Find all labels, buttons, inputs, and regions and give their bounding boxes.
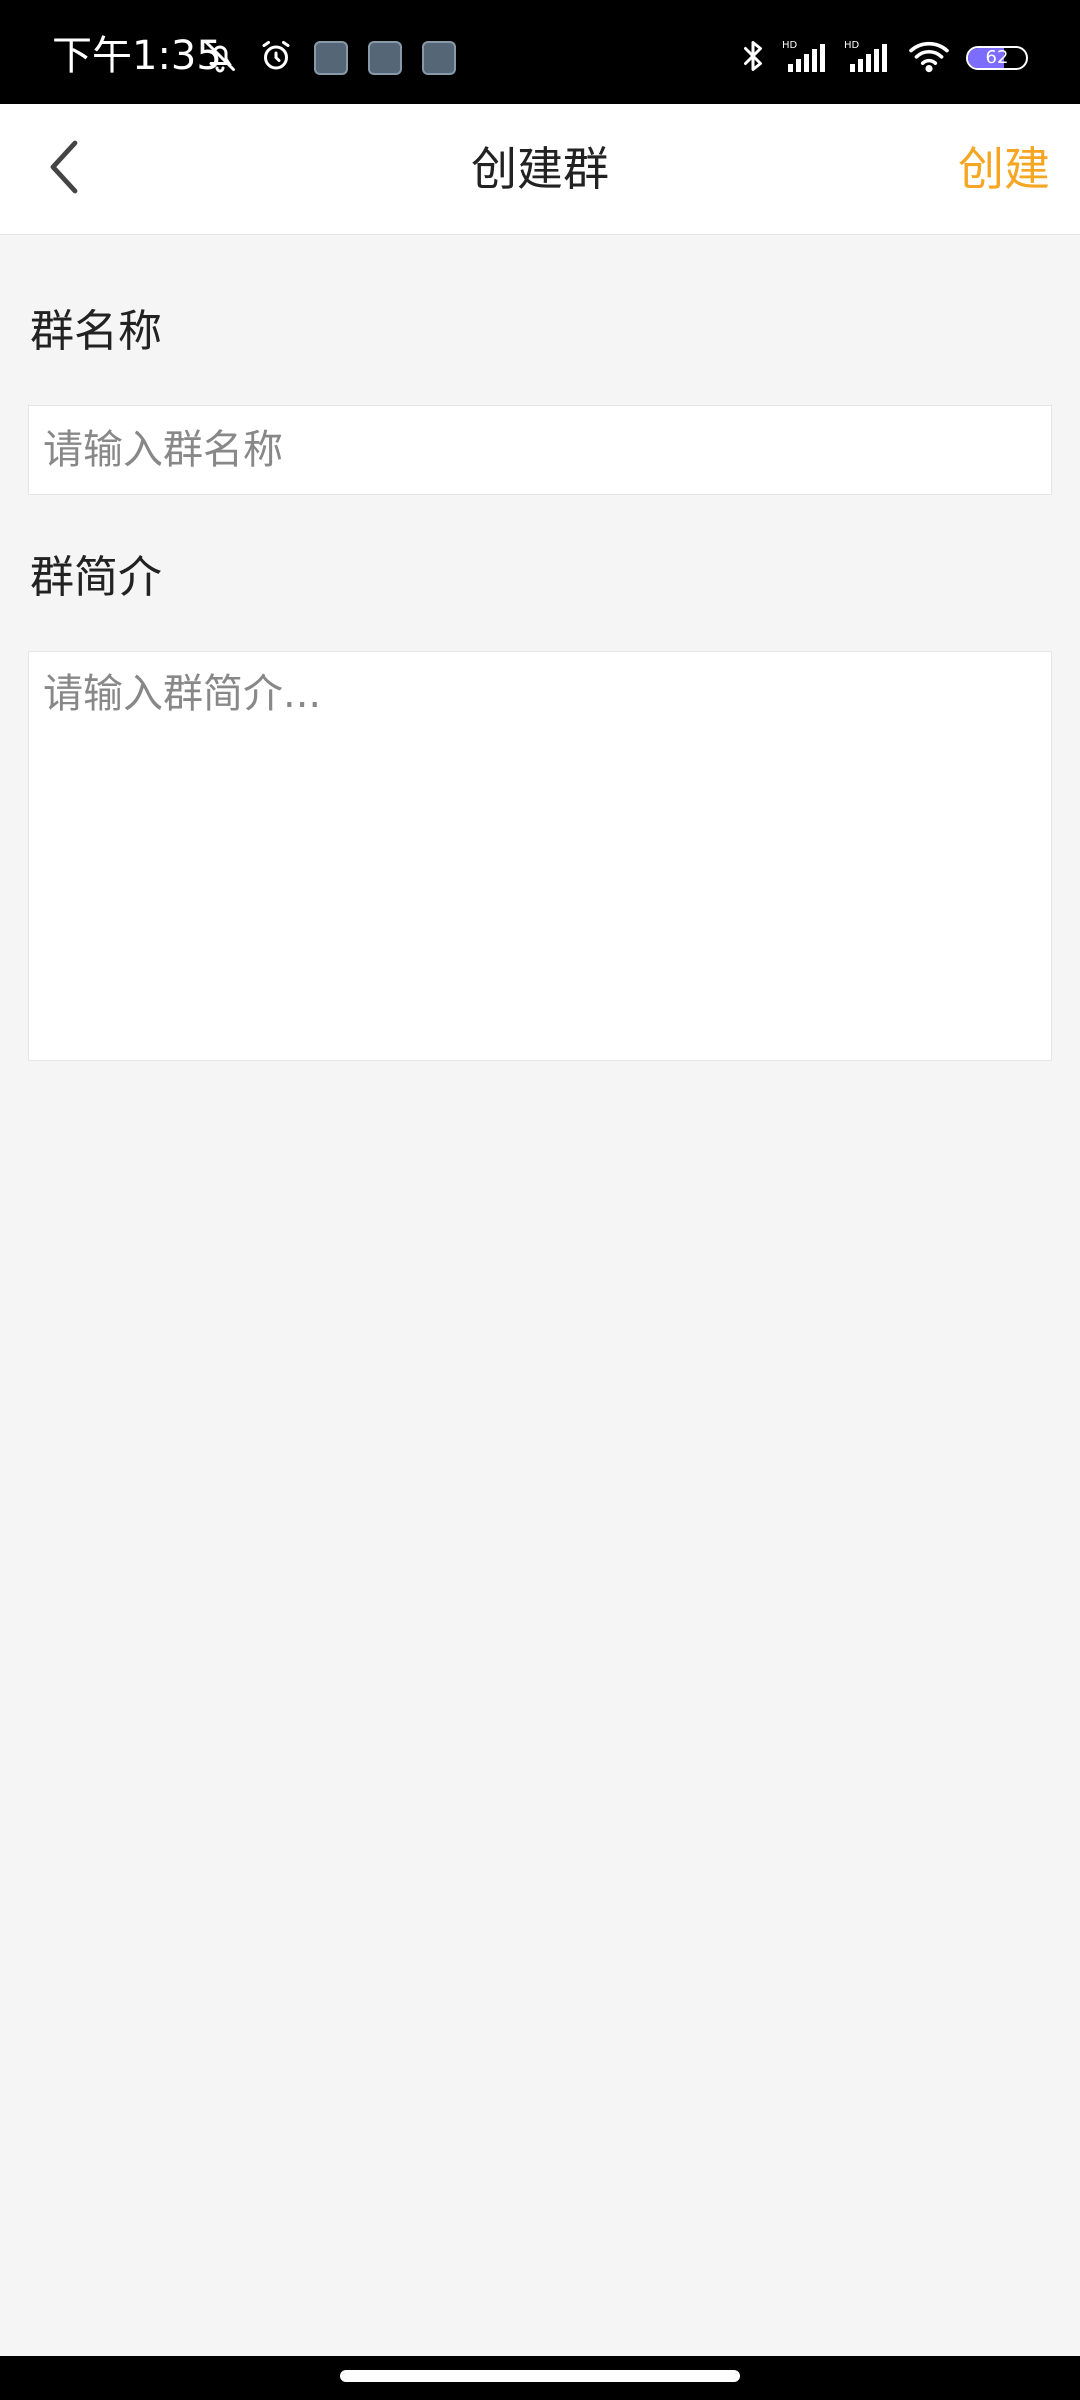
app-notification-icon — [422, 41, 456, 75]
svg-text:HD: HD — [782, 40, 798, 51]
status-time: 下午1:35 — [52, 33, 222, 79]
status-icons-right: HD HD 62 — [738, 38, 1028, 78]
signal-hd-icon: HD — [844, 38, 892, 78]
app-notification-icon — [314, 41, 348, 75]
group-intro-label: 群简介 — [30, 552, 162, 603]
signal-hd-icon: HD — [782, 38, 830, 78]
group-name-label: 群名称 — [30, 306, 162, 357]
gesture-bar — [0, 2356, 1080, 2400]
status-bar: 下午1:35 HD HD 62 — [0, 0, 1080, 104]
wifi-icon — [906, 38, 952, 78]
group-name-input[interactable] — [28, 405, 1052, 495]
home-indicator[interactable] — [340, 2370, 740, 2382]
bell-off-icon — [202, 38, 238, 78]
bluetooth-icon — [738, 38, 768, 78]
alarm-icon — [258, 38, 294, 78]
create-button[interactable]: 创建 — [958, 140, 1050, 198]
svg-text:HD: HD — [844, 40, 860, 51]
app-notification-icon — [368, 41, 402, 75]
create-group-screen: 下午1:35 HD HD 62 创建群 创建 群名称 请输入群名称 群简介 请输… — [0, 0, 1080, 2400]
nav-bar: 创建群 创建 — [0, 104, 1080, 235]
status-icons-left — [202, 38, 456, 78]
battery-icon: 62 — [966, 46, 1028, 70]
group-intro-textarea[interactable] — [28, 651, 1052, 1061]
battery-level: 62 — [985, 47, 1009, 68]
page-title: 创建群 — [471, 142, 609, 196]
